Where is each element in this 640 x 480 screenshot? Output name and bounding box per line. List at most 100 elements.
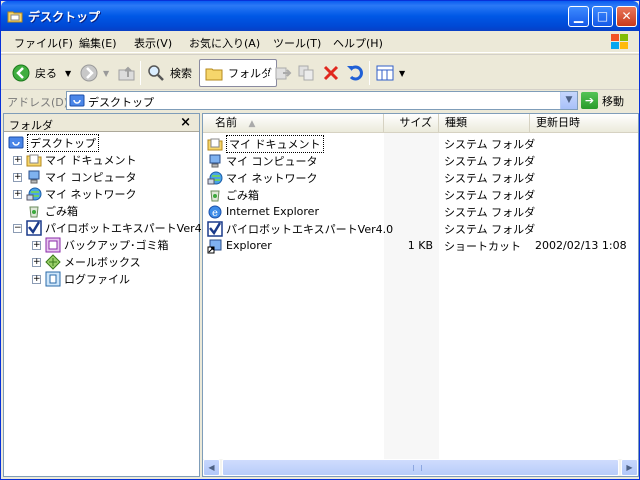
go-arrow-icon: ➔ bbox=[581, 92, 598, 109]
minimize-button[interactable]: ▁ bbox=[568, 6, 589, 27]
expand-icon[interactable]: + bbox=[32, 275, 41, 284]
search-icon bbox=[148, 65, 164, 81]
pairobot-check-icon bbox=[207, 220, 223, 237]
delete-button[interactable] bbox=[321, 59, 345, 87]
close-button[interactable]: ✕ bbox=[616, 6, 637, 27]
menu-help[interactable]: ヘルプ(H) bbox=[333, 35, 383, 51]
tree-label: メールボックス bbox=[64, 255, 141, 269]
address-value: デスクトップ bbox=[88, 96, 154, 109]
back-button[interactable]: 戻る ▼ bbox=[11, 59, 71, 87]
tree-item-desktop[interactable]: デスクトップ bbox=[8, 133, 99, 152]
move-to-button[interactable] bbox=[273, 59, 297, 87]
window-title: デスクトップ bbox=[28, 10, 101, 24]
maximize-button[interactable]: □ bbox=[592, 6, 613, 27]
forward-dropdown-icon[interactable]: ▼ bbox=[103, 69, 109, 78]
file-name: ごみ箱 bbox=[226, 188, 259, 202]
tree-item-pairobot[interactable]: パイロボットエキスパートVer4.0 bbox=[26, 219, 212, 236]
file-date: 2002/02/13 1:08 bbox=[535, 239, 627, 252]
forward-button[interactable]: ▼ bbox=[79, 59, 109, 87]
copy-to-button[interactable] bbox=[297, 59, 321, 87]
folders-label: フォルダ bbox=[228, 67, 272, 80]
views-button[interactable]: ▼ bbox=[375, 59, 405, 87]
menu-view[interactable]: 表示(V) bbox=[134, 35, 172, 51]
up-folder-button[interactable] bbox=[117, 59, 141, 87]
file-list-pane[interactable]: 名前 ▲ サイズ 種類 更新日時 マイ ドキュメント システム フォルダ マイ … bbox=[202, 113, 639, 477]
tree-item-my-network[interactable]: マイ ネットワーク bbox=[26, 185, 137, 202]
menu-file[interactable]: ファイル(F) bbox=[14, 35, 73, 51]
horizontal-scrollbar[interactable]: ◀ ▶ bbox=[203, 459, 638, 476]
file-row[interactable]: ごみ箱 システム フォルダ bbox=[207, 186, 637, 203]
scroll-thumb[interactable] bbox=[222, 459, 619, 476]
menu-favorites[interactable]: お気に入り(A) bbox=[189, 35, 260, 51]
folder-tree-pane[interactable]: フォルダ × デスクトップ + マイ ドキュメント + マイ コンピュータ + … bbox=[3, 113, 212, 477]
tree-item-backup-trash[interactable]: バックアップ･ゴミ箱 bbox=[45, 236, 169, 253]
folders-button[interactable]: フォルダ bbox=[199, 59, 277, 87]
mailbox-icon bbox=[45, 253, 61, 270]
tree-label: マイ ドキュメント bbox=[45, 153, 137, 167]
file-row[interactable]: e Internet Explorer システム フォルダ bbox=[207, 203, 637, 220]
internet-explorer-icon: e bbox=[208, 205, 222, 219]
column-type-label: 種類 bbox=[445, 116, 467, 129]
menu-bar: ファイル(F) 編集(E) 表示(V) お気に入り(A) ツール(T) ヘルプ(… bbox=[1, 31, 639, 53]
file-row[interactable]: マイ コンピュータ システム フォルダ bbox=[207, 152, 637, 169]
tree-item-my-documents[interactable]: マイ ドキュメント bbox=[26, 151, 137, 168]
file-name: Explorer bbox=[226, 239, 272, 252]
up-folder-icon bbox=[118, 66, 135, 81]
computer-icon bbox=[28, 170, 40, 183]
tree-item-recycle-bin[interactable]: ごみ箱 bbox=[26, 202, 78, 219]
expand-icon[interactable]: + bbox=[13, 156, 22, 165]
tree-label: パイロボットエキスパートVer4.0 bbox=[45, 221, 213, 235]
network-globe-icon bbox=[207, 171, 223, 184]
pairobot-check-icon bbox=[26, 219, 42, 236]
file-name: Internet Explorer bbox=[226, 205, 319, 218]
address-label: アドレス(D) bbox=[7, 96, 69, 109]
back-dropdown-icon[interactable]: ▼ bbox=[65, 69, 71, 78]
file-row[interactable]: パイロボットエキスパートVer4.0 システム フォルダ bbox=[207, 220, 637, 237]
back-arrow-icon bbox=[12, 64, 30, 82]
expand-icon[interactable]: + bbox=[13, 173, 22, 182]
column-name[interactable]: 名前 ▲ bbox=[203, 114, 384, 133]
documents-folder-icon bbox=[26, 154, 42, 166]
backup-trash-icon bbox=[45, 237, 61, 252]
column-type[interactable]: 種類 bbox=[439, 114, 530, 133]
tree-item-mailbox[interactable]: メールボックス bbox=[45, 253, 141, 270]
expand-icon[interactable]: + bbox=[13, 190, 22, 199]
file-type: システム フォルダ bbox=[444, 205, 536, 219]
scroll-right-button[interactable]: ▶ bbox=[621, 459, 638, 476]
address-dropdown-button[interactable]: ▼ bbox=[560, 92, 577, 109]
expand-icon[interactable]: + bbox=[32, 241, 41, 250]
undo-button[interactable] bbox=[345, 59, 369, 87]
go-button[interactable]: ➔ 移動 bbox=[581, 92, 624, 109]
copy-to-icon bbox=[298, 65, 314, 81]
address-input[interactable]: デスクトップ ▼ bbox=[66, 91, 578, 110]
tree-item-log-files[interactable]: ログファイル bbox=[45, 270, 130, 287]
computer-icon bbox=[209, 154, 221, 167]
collapse-icon[interactable]: − bbox=[13, 224, 22, 233]
file-name: パイロボットエキスパートVer4.0 bbox=[226, 222, 394, 236]
recycle-bin-icon bbox=[210, 190, 220, 201]
standard-toolbar: 戻る ▼ ▼ 検索 フォルダ ▼ bbox=[1, 54, 639, 90]
views-dropdown-icon[interactable]: ▼ bbox=[399, 69, 405, 78]
file-type: システム フォルダ bbox=[444, 222, 536, 236]
expand-icon[interactable]: + bbox=[32, 258, 41, 267]
address-bar: アドレス(D) デスクトップ ▼ ➔ 移動 bbox=[1, 90, 639, 112]
file-name: マイ ネットワーク bbox=[226, 171, 318, 185]
menu-tools[interactable]: ツール(T) bbox=[273, 35, 321, 51]
column-size[interactable]: サイズ bbox=[384, 114, 439, 133]
close-pane-icon[interactable]: × bbox=[180, 115, 191, 130]
search-button[interactable]: 検索 bbox=[146, 59, 192, 87]
back-label: 戻る bbox=[35, 67, 57, 80]
scroll-left-button[interactable]: ◀ bbox=[203, 459, 220, 476]
tree-label: マイ コンピュータ bbox=[45, 170, 137, 184]
menu-edit[interactable]: 編集(E) bbox=[79, 35, 117, 51]
tree-item-my-computer[interactable]: マイ コンピュータ bbox=[26, 168, 137, 185]
views-grid-icon bbox=[376, 65, 394, 81]
column-date-label: 更新日時 bbox=[536, 116, 580, 129]
title-bar[interactable]: デスクトップ ▁ □ ✕ bbox=[1, 1, 639, 31]
file-row[interactable]: マイ ネットワーク システム フォルダ bbox=[207, 169, 637, 186]
file-row[interactable]: マイ ドキュメント システム フォルダ bbox=[207, 134, 637, 153]
column-header-row: 名前 ▲ サイズ 種類 更新日時 bbox=[203, 114, 638, 133]
column-date[interactable]: 更新日時 bbox=[530, 114, 638, 133]
tree-label: マイ ネットワーク bbox=[45, 187, 137, 201]
file-row[interactable]: Explorer 1 KB ショートカット 2002/02/13 1:08 bbox=[207, 237, 637, 254]
